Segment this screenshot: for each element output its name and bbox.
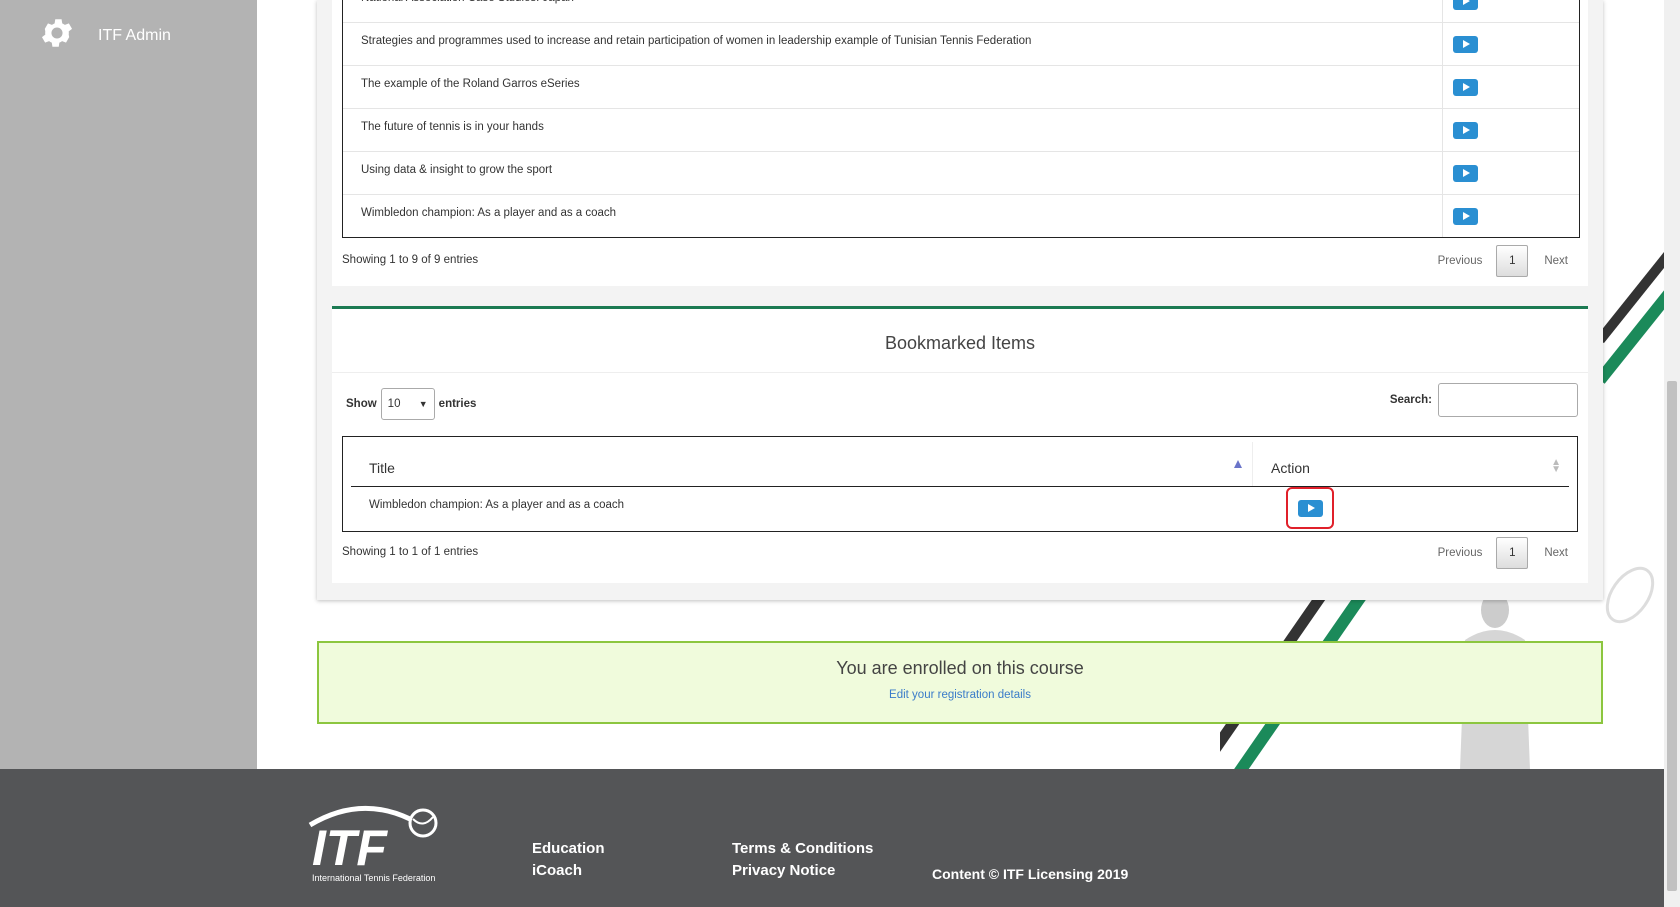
enrollment-banner: You are enrolled on this course Edit you…: [317, 641, 1603, 724]
highlighted-play-button[interactable]: [1286, 487, 1334, 529]
entries-value: 10: [387, 398, 401, 410]
previous-button[interactable]: Previous: [1438, 547, 1483, 559]
terms-link[interactable]: Terms & Conditions: [732, 838, 873, 860]
next-button[interactable]: Next: [1544, 255, 1568, 267]
play-icon[interactable]: [1453, 78, 1478, 96]
table-row: Using data & insight to grow the sport: [343, 152, 1579, 195]
edit-registration-link[interactable]: Edit your registration details: [319, 689, 1601, 701]
sidebar-header[interactable]: ITF Admin: [38, 14, 171, 57]
play-icon[interactable]: [1453, 164, 1478, 182]
row-title[interactable]: The example of the Roland Garros eSeries: [343, 66, 1443, 108]
column-title-header[interactable]: Title: [351, 442, 1253, 486]
bookmarks-box: Bookmarked Items Show 10 ▼ entries Searc…: [332, 306, 1588, 583]
search-input[interactable]: [1438, 383, 1578, 417]
education-link[interactable]: Education: [532, 838, 605, 860]
table-header: Title Action ▲ ▼: [351, 442, 1569, 487]
footer-links-education: Education iCoach: [532, 838, 605, 882]
logo-subtext: International Tennis Federation: [312, 873, 435, 883]
table-info: Showing 1 to 1 of 1 entries: [342, 546, 479, 558]
table-row: National Association Case Studies: Japan: [343, 0, 1579, 23]
caret-down-icon: ▼: [418, 399, 428, 409]
column-action-label: Action: [1271, 460, 1310, 476]
play-icon[interactable]: [1453, 0, 1478, 10]
resources-table: National Association Case Studies: Japan…: [342, 0, 1580, 238]
show-label: Show: [346, 398, 377, 410]
itf-logo[interactable]: ITF International Tennis Federation: [300, 797, 450, 892]
icoach-link[interactable]: iCoach: [532, 860, 605, 882]
column-title-label: Title: [369, 460, 395, 476]
gear-icon: [38, 14, 76, 57]
logo-text: ITF: [312, 820, 388, 876]
copyright: Content © ITF Licensing 2019: [932, 866, 1129, 882]
sort-ascending-icon: [1234, 460, 1242, 468]
play-icon[interactable]: [1453, 35, 1478, 53]
table-row: Strategies and programmes used to increa…: [343, 23, 1579, 66]
play-icon[interactable]: [1297, 499, 1323, 517]
table-row: Wimbledon champion: As a player and as a…: [351, 487, 1569, 529]
pagination: Previous 1 Next: [1438, 537, 1568, 569]
pagination: Previous 1 Next: [1438, 245, 1568, 277]
entries-select[interactable]: 10 ▼: [380, 388, 435, 420]
column-action-header[interactable]: Action ▲ ▼: [1253, 442, 1569, 486]
play-icon[interactable]: [1453, 207, 1478, 225]
row-title[interactable]: Wimbledon champion: As a player and as a…: [351, 487, 1289, 529]
privacy-link[interactable]: Privacy Notice: [732, 860, 873, 882]
page-1-button[interactable]: 1: [1496, 537, 1529, 569]
enrollment-message: You are enrolled on this course: [836, 658, 1084, 678]
page-1-button[interactable]: 1: [1496, 245, 1529, 277]
row-title[interactable]: Using data & insight to grow the sport: [343, 152, 1443, 194]
entries-label: entries: [438, 398, 477, 410]
next-button[interactable]: Next: [1544, 547, 1568, 559]
row-title[interactable]: The future of tennis is in your hands: [343, 109, 1443, 151]
search-label: Search:: [1389, 394, 1432, 406]
scrollbar-thumb[interactable]: [1667, 381, 1677, 891]
table-info: Showing 1 to 9 of 9 entries: [342, 254, 479, 266]
course-panel: National Association Case Studies: Japan…: [317, 0, 1603, 600]
row-title[interactable]: Wimbledon champion: As a player and as a…: [343, 195, 1443, 237]
previous-button[interactable]: Previous: [1438, 255, 1483, 267]
bookmarks-table: Title Action ▲ ▼ Wimbledon champion: As a…: [342, 436, 1578, 532]
divider: [332, 372, 1588, 373]
table-row: The future of tennis is in your hands: [343, 109, 1579, 152]
footer: ITF International Tennis Federation Educ…: [0, 769, 1664, 907]
sidebar: ITF Admin: [0, 0, 257, 769]
row-title[interactable]: Strategies and programmes used to increa…: [343, 23, 1443, 65]
search-filter: Search:: [1390, 383, 1578, 417]
play-icon[interactable]: [1453, 121, 1478, 139]
table-row: Wimbledon champion: As a player and as a…: [343, 195, 1579, 237]
row-title[interactable]: National Association Case Studies: Japan: [343, 0, 1443, 22]
sidebar-title: ITF Admin: [98, 26, 171, 44]
table-row: The example of the Roland Garros eSeries: [343, 66, 1579, 109]
sort-icon: ▲ ▼: [1551, 457, 1561, 475]
bookmarks-title: Bookmarked Items: [884, 333, 1036, 353]
footer-links-legal: Terms & Conditions Privacy Notice: [732, 838, 873, 882]
entries-length: Show 10 ▼ entries: [346, 388, 476, 420]
resources-box: National Association Case Studies: Japan…: [332, 0, 1588, 286]
page-scrollbar[interactable]: [1664, 0, 1680, 907]
